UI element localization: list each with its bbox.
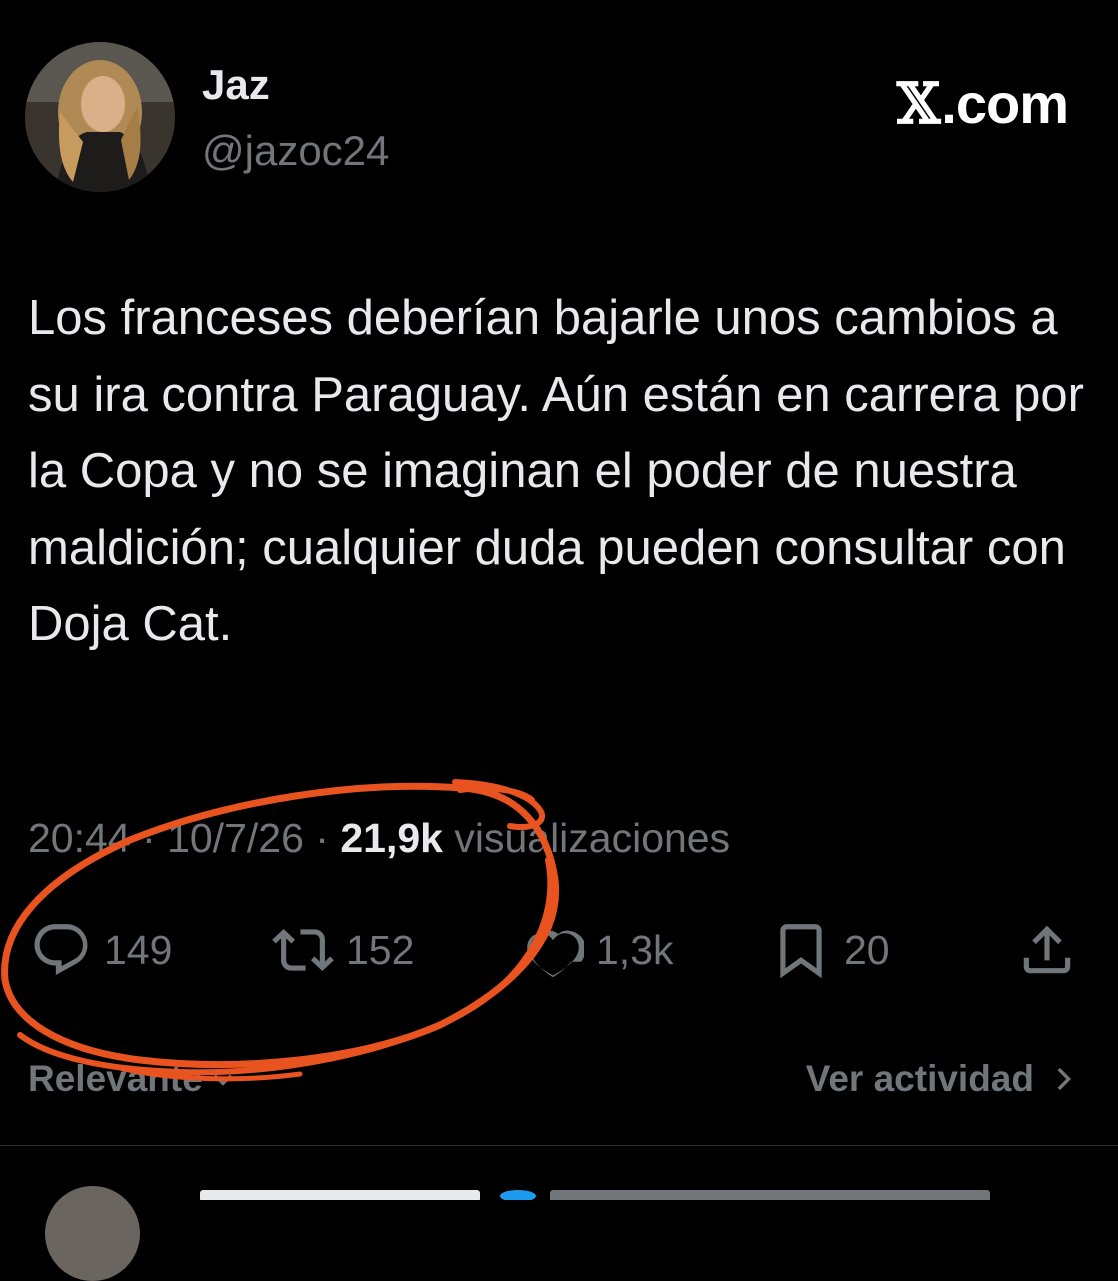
divider	[0, 1145, 1118, 1146]
chevron-down-icon	[213, 1073, 233, 1086]
reply-count: 149	[104, 926, 173, 973]
view-activity-link[interactable]: Ver actividad	[806, 1060, 1080, 1097]
activity-label: Ver actividad	[805, 1058, 1034, 1099]
like-button[interactable]: 1,3k	[522, 920, 674, 980]
bookmark-icon	[780, 924, 822, 979]
views-label[interactable]: visualizaciones	[454, 815, 730, 861]
action-bar: 149 152 1,3k 20	[0, 920, 1118, 980]
avatar[interactable]	[25, 42, 175, 192]
views-count[interactable]: 21,9k	[340, 815, 443, 861]
bookmark-button[interactable]: 20	[770, 920, 890, 980]
repost-button[interactable]: 152	[272, 920, 414, 980]
meta-separator: ·	[315, 815, 329, 861]
tweet-text: Los franceses deberían bajarle unos camb…	[28, 291, 1084, 651]
meta-separator: ·	[142, 815, 156, 861]
tweet-date[interactable]: 10/7/26	[167, 815, 304, 861]
heart-icon	[527, 930, 584, 978]
share-icon	[1023, 925, 1071, 974]
repost-icon	[272, 929, 334, 971]
share-button[interactable]	[1016, 920, 1078, 980]
next-reply-avatar[interactable]	[45, 1186, 140, 1281]
username-handle[interactable]: @jazoc24	[202, 130, 389, 172]
repost-count: 152	[346, 926, 415, 973]
watermark-text: .com	[941, 72, 1069, 135]
x-watermark: 𝕏 .com	[896, 71, 1069, 137]
x-logo-icon: 𝕏	[896, 71, 940, 137]
tweet-time[interactable]: 20:44	[28, 815, 131, 861]
avatar-photo	[25, 42, 175, 192]
chevron-right-icon	[1057, 1067, 1072, 1090]
reply-icon	[34, 924, 88, 975]
tweet-meta: 20:44 · 10/7/26 · 21,9k visualizaciones	[28, 818, 730, 859]
bookmark-count: 20	[844, 926, 890, 973]
reply-button[interactable]: 149	[30, 920, 172, 980]
like-count: 1,3k	[596, 926, 674, 973]
display-name[interactable]: Jaz	[202, 64, 270, 106]
sort-label: Relevante	[28, 1058, 203, 1099]
sort-dropdown[interactable]: Relevante	[28, 1060, 237, 1097]
